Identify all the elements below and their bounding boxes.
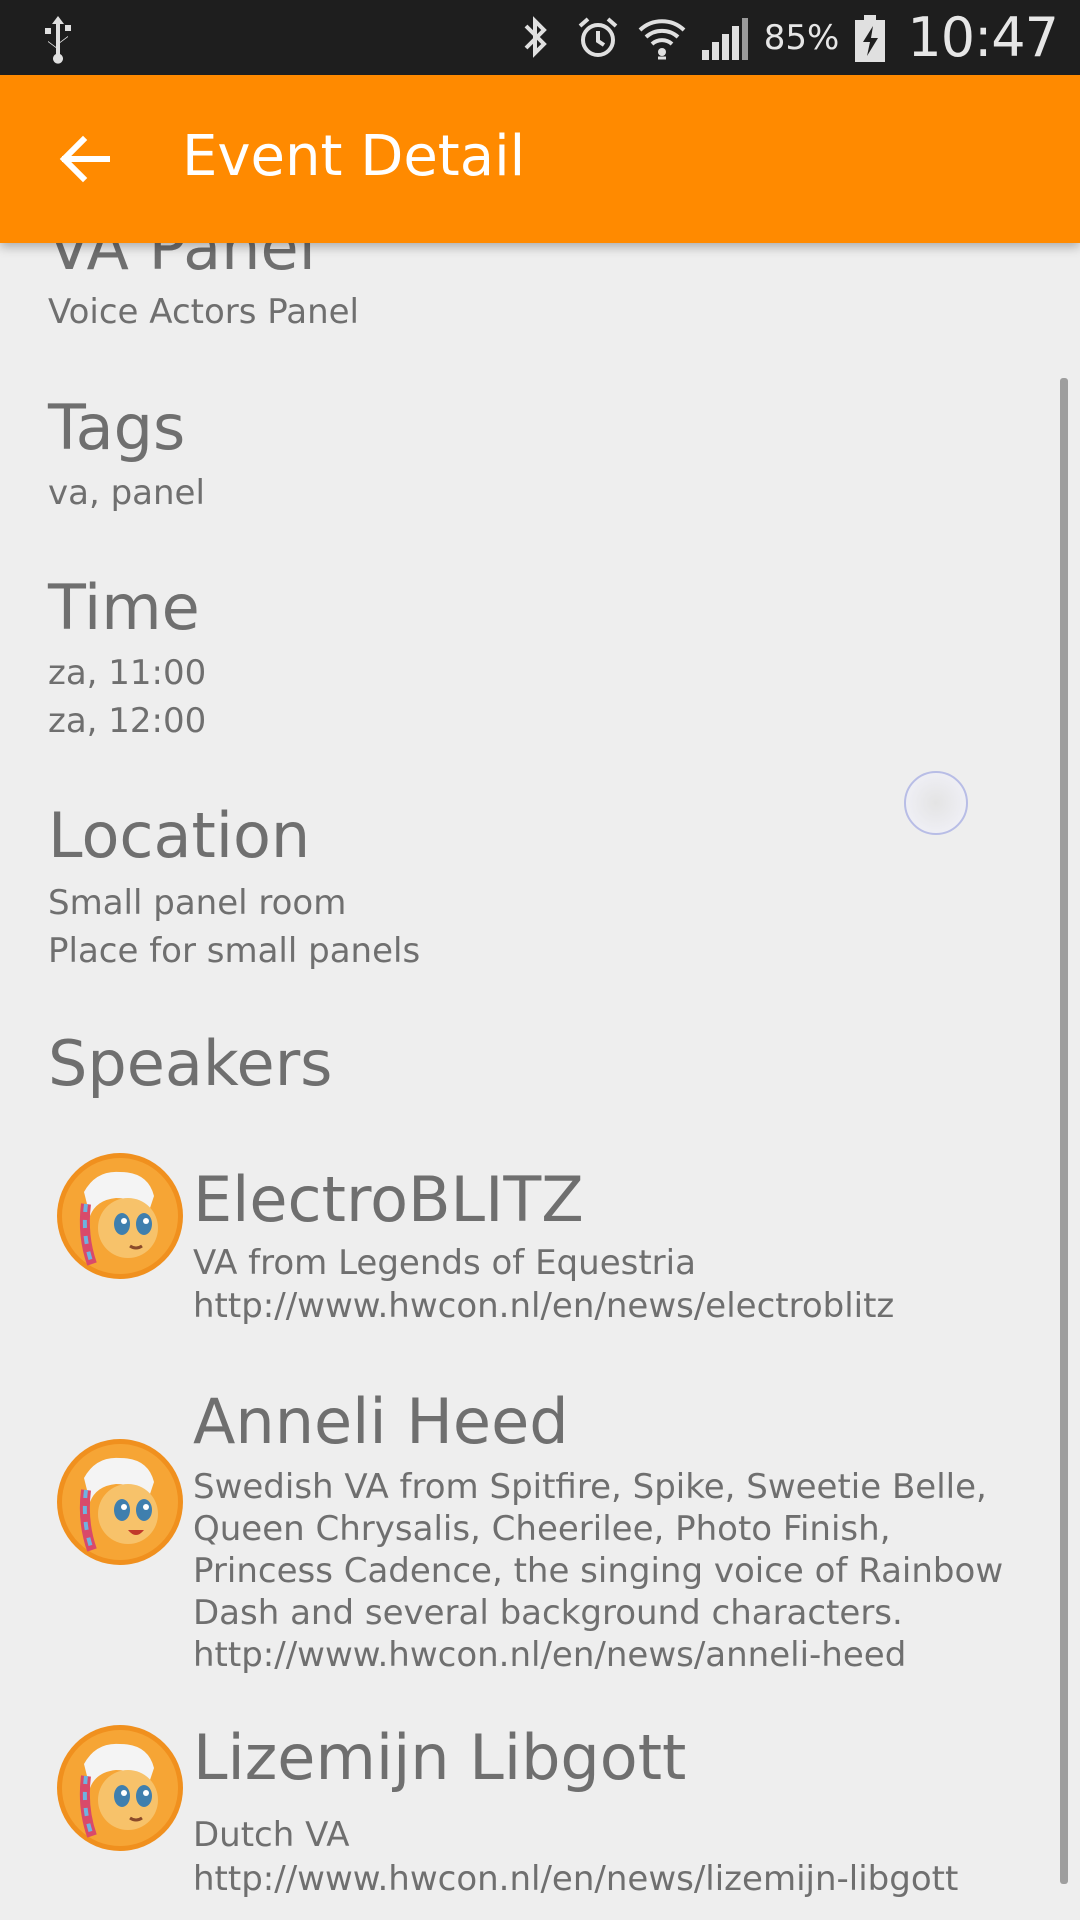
usb-icon	[38, 12, 78, 64]
speaker-description: Swedish VA from Spitfire, Spike, Sweetie…	[193, 1467, 1004, 1633]
clock: 10:47	[907, 6, 1059, 69]
speaker-name: Lizemijn Libgott	[193, 1721, 687, 1794]
signal-icon	[698, 12, 748, 64]
screen: 85% 10:47 Event Detail VA Panel Voice Ac…	[0, 0, 1080, 1920]
event-subtitle: Voice Actors Panel	[48, 292, 359, 332]
scrollbar[interactable]	[1060, 378, 1068, 1884]
time-heading: Time	[48, 571, 200, 644]
avatar	[56, 1724, 184, 1852]
speaker-url[interactable]: http://www.hwcon.nl/en/news/anneli-heed	[193, 1634, 906, 1676]
speaker-url[interactable]: http://www.hwcon.nl/en/news/lizemijn-lib…	[193, 1858, 958, 1900]
tags-value: va, panel	[48, 473, 205, 513]
speaker-item[interactable]: Lizemijn Libgott Dutch VA http://www.hwc…	[0, 1722, 1060, 1912]
status-icons: 85% 10:47	[512, 0, 1059, 75]
touch-ripple	[904, 771, 968, 835]
avatar	[56, 1152, 184, 1280]
bluetooth-icon	[512, 12, 560, 64]
alarm-icon	[574, 12, 622, 64]
speaker-description: VA from Legends of Equestria	[193, 1243, 696, 1283]
app-bar: Event Detail	[0, 75, 1080, 243]
speaker-item[interactable]: ElectroBLITZ VA from Legends of Equestri…	[0, 1150, 1060, 1350]
battery-percent: 85%	[763, 17, 840, 58]
time-end: za, 12:00	[48, 701, 207, 741]
speaker-name: Anneli Heed	[193, 1385, 569, 1458]
speaker-item[interactable]: Anneli Heed Swedish VA from Spitfire, Sp…	[0, 1374, 1060, 1684]
arrow-back-icon	[59, 135, 110, 183]
event-detail-content[interactable]: VA Panel Voice Actors Panel Tags va, pan…	[0, 0, 1080, 1920]
wifi-icon	[636, 12, 686, 64]
location-heading: Location	[48, 799, 311, 872]
tags-heading: Tags	[48, 391, 186, 464]
battery-charging-icon	[853, 12, 887, 64]
location-name: Small panel room	[48, 883, 347, 923]
speaker-url[interactable]: http://www.hwcon.nl/en/news/electroblitz	[193, 1285, 894, 1327]
avatar	[56, 1438, 184, 1566]
page-title: Event Detail	[182, 124, 526, 189]
time-start: za, 11:00	[48, 653, 207, 693]
speaker-description: Dutch VA	[193, 1815, 350, 1855]
speakers-heading: Speakers	[48, 1027, 333, 1100]
back-button[interactable]	[40, 119, 130, 199]
status-bar: 85% 10:47	[0, 0, 1080, 75]
location-description: Place for small panels	[48, 931, 421, 971]
speaker-name: ElectroBLITZ	[193, 1163, 584, 1236]
